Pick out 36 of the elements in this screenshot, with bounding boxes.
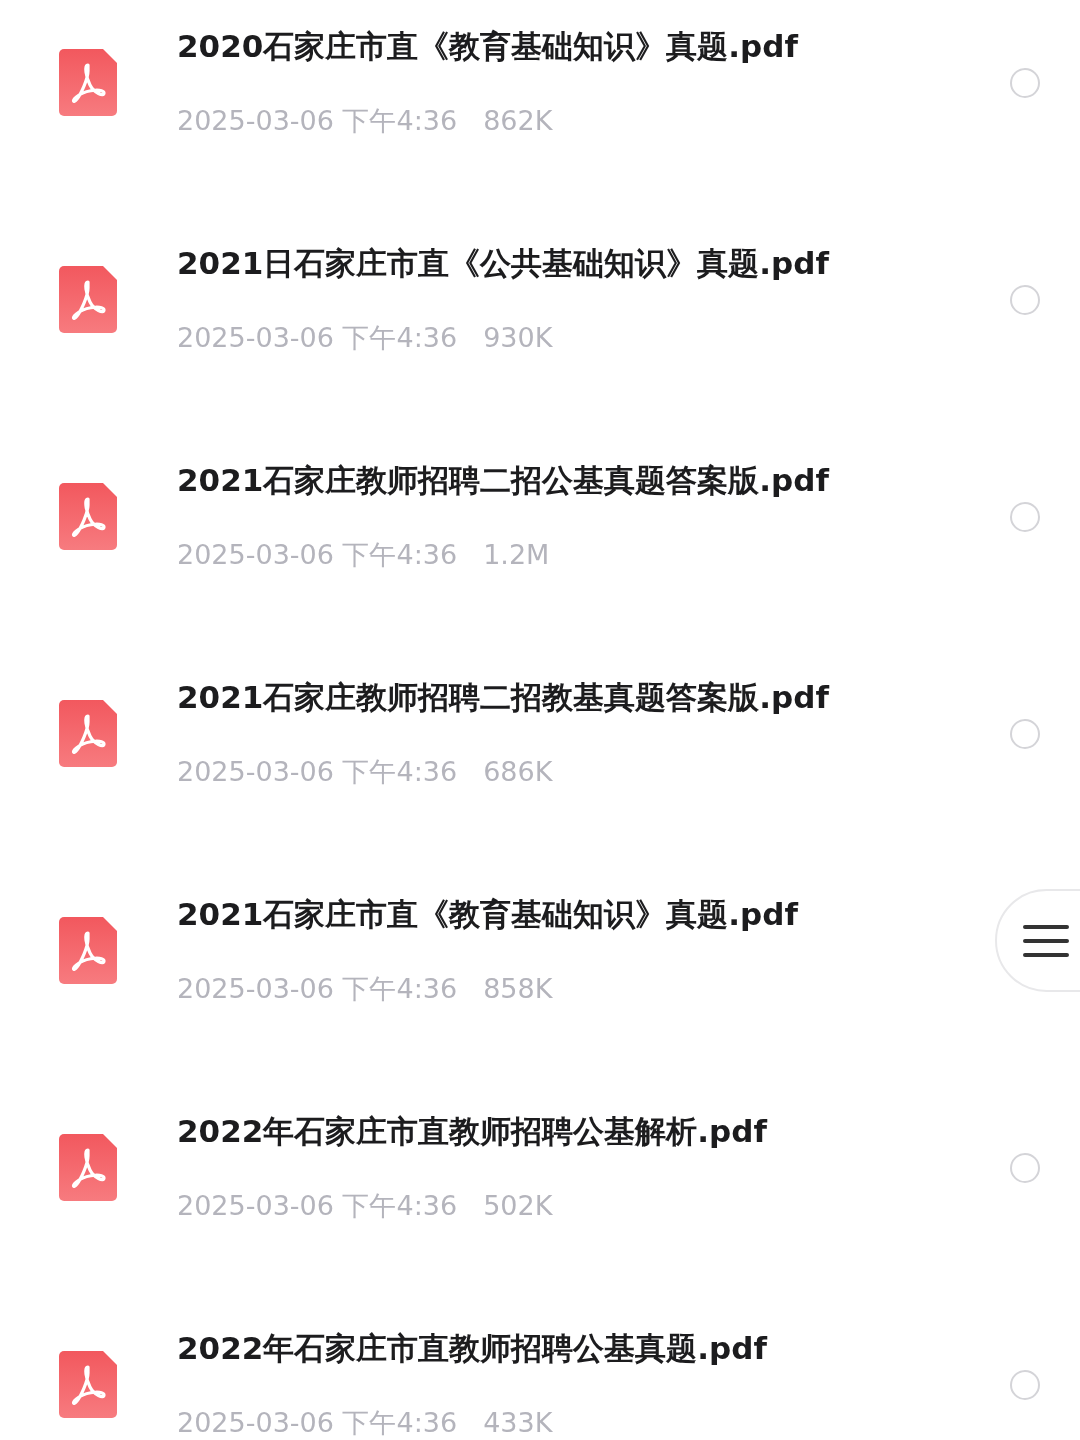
file-date: 2025-03-06 下午4:36 <box>177 971 458 1006</box>
file-size: 686K <box>483 754 553 789</box>
select-radio[interactable] <box>1010 1369 1040 1400</box>
file-size: 1.2M <box>483 537 550 572</box>
file-date: 2025-03-06 下午4:36 <box>177 1405 458 1440</box>
pdf-file-icon <box>59 1351 117 1418</box>
menu-button[interactable] <box>995 889 1080 992</box>
select-radio[interactable] <box>1010 284 1040 315</box>
select-radio[interactable] <box>1010 501 1040 532</box>
pdf-file-icon <box>59 483 117 550</box>
file-name[interactable]: 2020石家庄市直《教育基础知识》真题.pdf <box>177 25 798 66</box>
file-date: 2025-03-06 下午4:36 <box>177 103 458 138</box>
file-name[interactable]: 2022年石家庄市直教师招聘公基解析.pdf <box>177 1110 767 1151</box>
select-radio[interactable] <box>1010 718 1040 749</box>
file-size: 433K <box>483 1405 553 1440</box>
file-name[interactable]: 2021石家庄教师招聘二招公基真题答案版.pdf <box>177 459 829 500</box>
file-name[interactable]: 2022年石家庄市直教师招聘公基真题.pdf <box>177 1327 767 1368</box>
pdf-file-icon <box>59 1134 117 1201</box>
file-date: 2025-03-06 下午4:36 <box>177 1188 458 1223</box>
file-size: 858K <box>483 971 553 1006</box>
file-size: 930K <box>483 320 553 355</box>
file-size: 502K <box>483 1188 553 1223</box>
select-radio[interactable] <box>1010 1152 1040 1183</box>
file-name[interactable]: 2021日石家庄市直《公共基础知识》真题.pdf <box>177 242 829 283</box>
pdf-file-icon <box>59 266 117 333</box>
menu-icon <box>1023 923 1069 958</box>
pdf-file-icon <box>59 700 117 767</box>
file-date: 2025-03-06 下午4:36 <box>177 754 458 789</box>
file-name[interactable]: 2021石家庄市直《教育基础知识》真题.pdf <box>177 893 798 934</box>
file-date: 2025-03-06 下午4:36 <box>177 320 458 355</box>
pdf-file-icon <box>59 917 117 984</box>
file-size: 862K <box>483 103 553 138</box>
select-radio[interactable] <box>1010 67 1040 98</box>
file-name[interactable]: 2021石家庄教师招聘二招教基真题答案版.pdf <box>177 676 829 717</box>
file-date: 2025-03-06 下午4:36 <box>177 537 458 572</box>
pdf-file-icon <box>59 49 117 116</box>
